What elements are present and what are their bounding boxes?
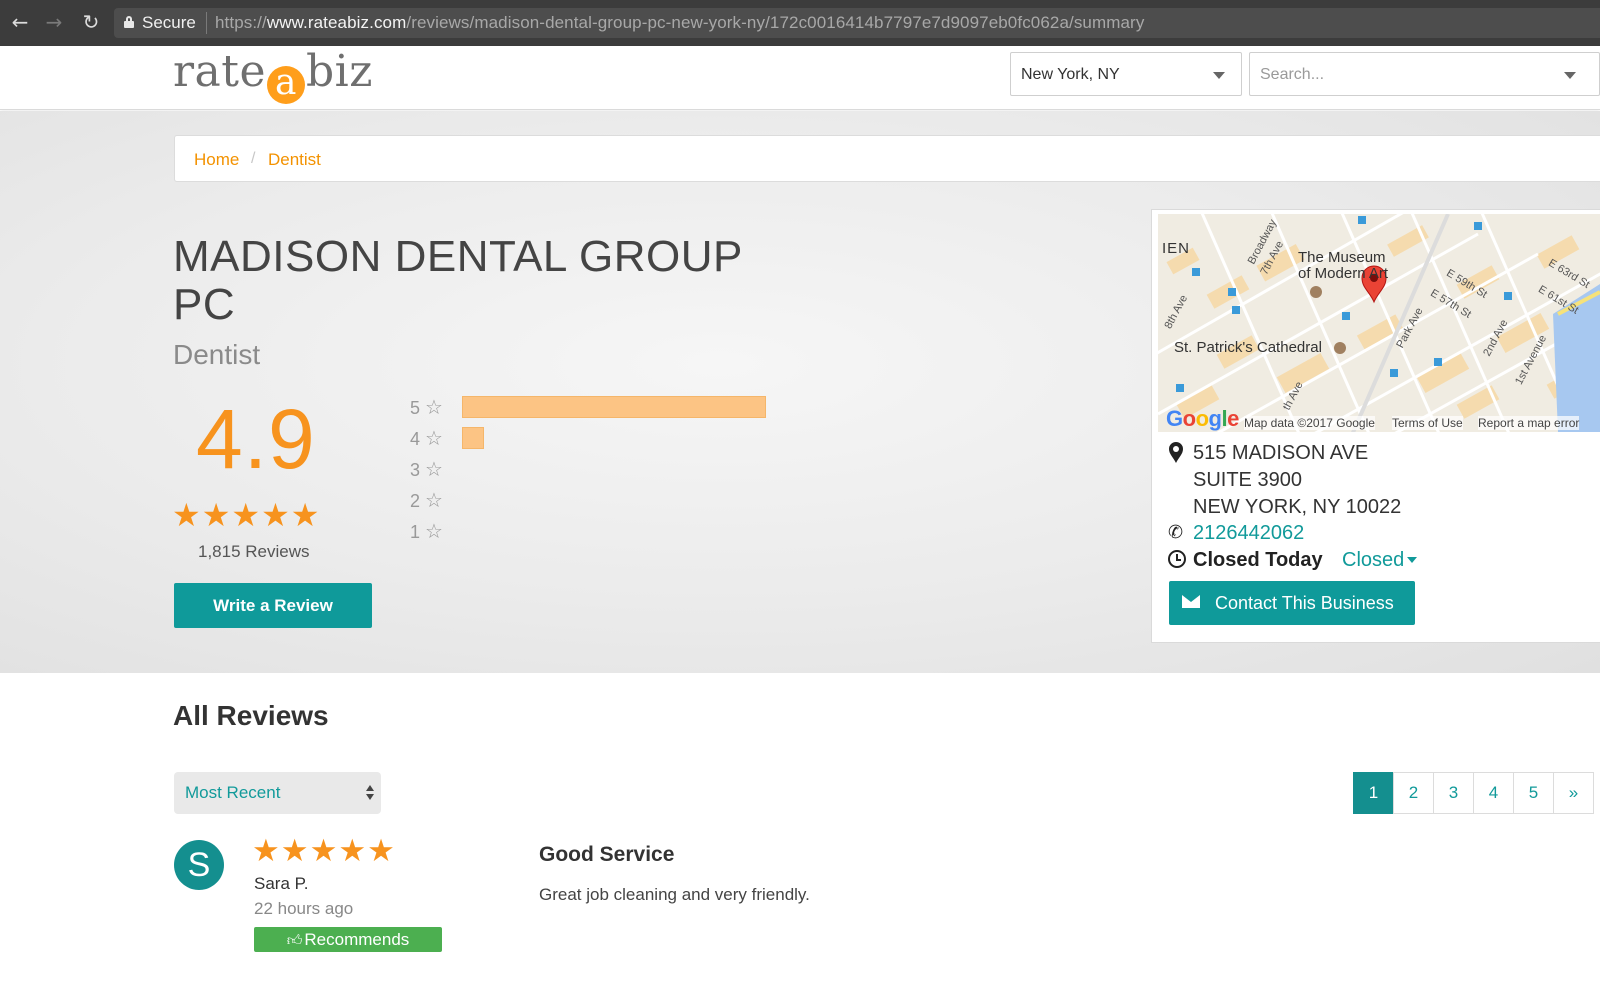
page-link-3[interactable]: 3 [1433,772,1474,814]
recommends-badge: 👍︎ Recommends [254,927,442,952]
envelope-icon [1182,595,1200,608]
lock-icon [124,16,134,28]
back-icon[interactable]: ← [8,10,32,34]
hours-status: Closed Today [1193,549,1323,571]
select-arrows-icon [366,785,374,801]
browser-toolbar: ← → ↻ Secure https://www.rateabiz.com/re… [0,0,1600,46]
distribution-star-count: 1 [410,522,421,542]
review-count[interactable]: 1,815 Reviews [198,542,310,562]
site-logo[interactable]: rate a biz [173,46,373,106]
reviewer-avatar: S [174,840,224,890]
url-divider [206,12,207,34]
reviewer-name: Sara P. [254,874,309,893]
breadcrumb: Home / Dentist [174,135,1600,182]
review-time: 22 hours ago [254,899,354,918]
star-outline-icon: ☆ [425,488,443,512]
page-link-2[interactable]: 2 [1393,772,1434,814]
star-outline-icon: ☆ [425,457,443,481]
address-line-2: SUITE 3900 [1193,469,1302,491]
url-scheme: https:// [215,13,267,32]
review-title: Good Service [539,843,675,866]
business-name: MADISON DENTAL GROUP PC [173,232,743,329]
star-outline-icon: ☆ [425,519,443,543]
average-rating: 4.9 [196,392,316,486]
search-placeholder: Search... [1260,66,1325,83]
location-select[interactable]: New York, NY [1010,52,1242,96]
location-map[interactable]: IEN The Museum of Modern Art St. Patrick… [1158,214,1600,432]
star-outline-icon: ☆ [425,426,443,450]
map-label-museum: The Museum [1298,249,1386,266]
search-select[interactable]: Search... [1249,52,1600,96]
review-body: Great job cleaning and very friendly. [539,885,810,904]
distribution-star-count: 3 [410,460,421,480]
contact-button-label: Contact This Business [1215,593,1394,613]
hours-dropdown[interactable]: Closed [1342,549,1418,572]
page-link-1[interactable]: 1 [1353,772,1394,814]
forward-icon[interactable]: → [42,10,66,34]
map-report-link[interactable]: Report a map error [1478,416,1580,430]
map-footer: Google Map data ©2017 Google Terms of Us… [1158,406,1600,432]
url-host: www.rateabiz.com [266,13,407,32]
site-header: rate a biz New York, NY Search... [0,46,1600,110]
map-label-hen: IEN [1162,240,1191,257]
distribution-star-count: 2 [410,491,421,511]
phone-link[interactable]: 2126442062 [1193,522,1304,545]
clock-icon [1168,550,1186,568]
breadcrumb-dentist[interactable]: Dentist [268,150,321,170]
url-path: /reviews/madison-dental-group-pc-new-yor… [406,13,1145,32]
location-value: New York, NY [1021,66,1120,83]
phone-icon: ✆ [1168,522,1184,543]
google-logo: Google [1166,406,1239,431]
sort-value: Most Recent [185,783,281,802]
business-hero: Home / Dentist MADISON DENTAL GROUP PC D… [0,111,1600,673]
location-pin-icon [1169,442,1183,463]
url-text[interactable]: https://www.rateabiz.com/reviews/madison… [215,13,1144,33]
address-bar[interactable]: Secure https://www.rateabiz.com/reviews/… [114,8,1600,38]
address-line-1: 515 MADISON AVE [1193,442,1369,464]
write-review-button[interactable]: Write a Review [174,583,372,628]
logo-biz: biz [306,46,373,97]
thumbs-up-icon: 👍︎ [286,931,303,949]
distribution-bar [462,396,766,418]
business-info-card: IEN The Museum of Modern Art St. Patrick… [1151,209,1600,643]
map-data-attribution: Map data ©2017 Google [1244,416,1375,430]
map-label-museum-2: of Modern Art [1298,265,1389,282]
logo-a-circle: a [267,65,305,104]
star-outline-icon: ☆ [425,395,443,419]
breadcrumb-separator: / [251,150,256,167]
all-reviews-heading: All Reviews [173,700,329,731]
page-next[interactable]: » [1553,772,1594,814]
chevron-down-icon [1213,72,1225,79]
distribution-star-count: 4 [410,429,421,449]
logo-rate: rate [173,46,266,97]
rating-stars: ★★★★★ [172,496,321,534]
reload-icon[interactable]: ↻ [79,10,103,34]
page-link-4[interactable]: 4 [1473,772,1514,814]
review-stars: ★★★★★ [252,833,396,869]
distribution-star-count: 5 [410,398,421,418]
business-category: Dentist [173,339,261,370]
breadcrumb-home[interactable]: Home [194,150,239,170]
page-link-5[interactable]: 5 [1513,772,1554,814]
caret-down-icon [1407,557,1418,563]
distribution-bar [462,427,484,449]
pagination: 1 2 3 4 5 » [1353,772,1594,814]
chevron-down-icon [1564,72,1576,79]
map-background [1158,214,1600,432]
sort-select[interactable]: Most Recent [174,772,381,814]
map-terms-link[interactable]: Terms of Use [1392,416,1463,430]
address-line-3: NEW YORK, NY 10022 [1193,496,1402,518]
hours-dropdown-label: Closed [1342,549,1405,571]
recommends-label: Recommends [304,930,410,949]
secure-label: Secure [142,13,196,32]
map-label-cathedral: St. Patrick's Cathedral [1174,339,1322,356]
contact-business-button[interactable]: Contact This Business [1169,581,1415,625]
